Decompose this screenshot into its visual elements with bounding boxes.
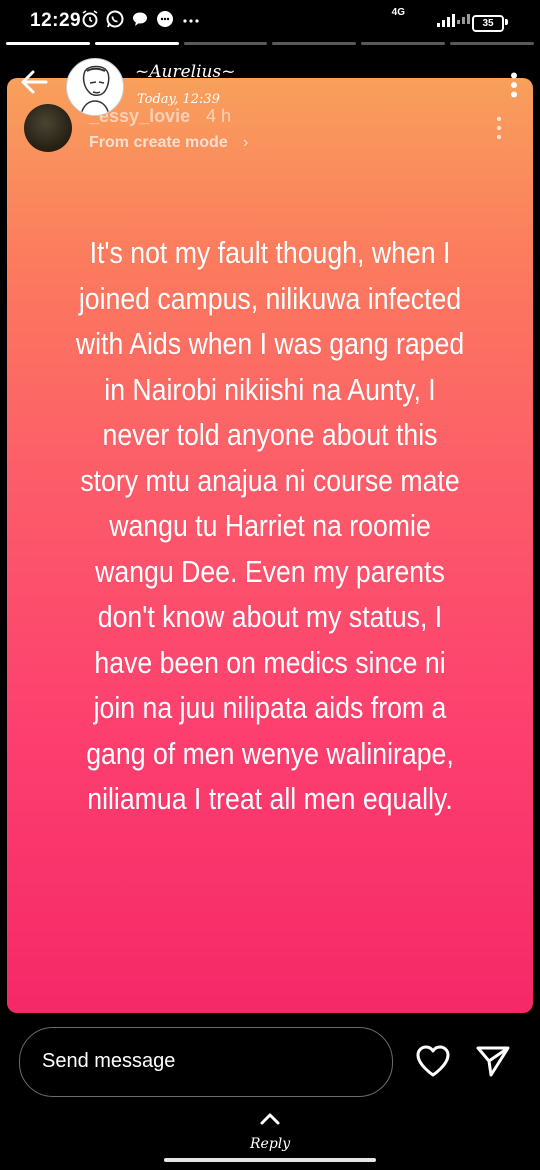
instagram-avatar: [24, 104, 72, 152]
alarm-icon: [82, 10, 98, 28]
status-bar: 12:29 4G 35: [0, 0, 540, 44]
chevron-right-icon: ›: [243, 134, 249, 151]
progress-segment: [6, 42, 90, 45]
progress-segment: [450, 42, 534, 45]
chat-bubble-icon: [133, 12, 147, 26]
progress-segment: [361, 42, 446, 45]
sketch-face-icon: [80, 65, 110, 115]
chevron-up-icon[interactable]: [259, 1112, 281, 1126]
progress-segment: [183, 42, 268, 45]
reply-label[interactable]: Reply: [250, 1136, 290, 1152]
clock: 12:29: [30, 10, 82, 31]
back-arrow-icon[interactable]: [18, 66, 50, 98]
battery-tip: [505, 19, 508, 25]
battery-icon: 35: [472, 15, 504, 32]
status-timestamp: Today, 12:39: [137, 92, 220, 107]
message-placeholder: Send message: [42, 1050, 176, 1072]
contact-name: ~Aurelius~: [135, 62, 236, 82]
signal-strength-2-icon: [457, 14, 470, 24]
notification-icons: [80, 9, 202, 29]
instagram-story-age: 4 h: [206, 106, 232, 126]
story-progress: [6, 42, 534, 45]
progress-segment: [272, 42, 357, 45]
network-type: 4G: [391, 7, 405, 18]
signal-strength-icon: [437, 14, 455, 27]
send-icon[interactable]: [474, 1043, 512, 1079]
whatsapp-icon: [106, 10, 124, 28]
more-vertical-icon[interactable]: [510, 72, 518, 98]
more-dots-icon: [183, 19, 199, 23]
heart-icon[interactable]: [414, 1043, 452, 1079]
message-icon: [157, 11, 173, 27]
story-text: It's not my fault though, when I joined …: [75, 235, 465, 816]
home-indicator: [164, 1158, 376, 1162]
create-mode-label: From create mode: [89, 134, 228, 151]
instagram-menu-icon: [496, 116, 502, 140]
progress-segment: [94, 42, 179, 45]
contact-avatar[interactable]: [66, 58, 124, 116]
